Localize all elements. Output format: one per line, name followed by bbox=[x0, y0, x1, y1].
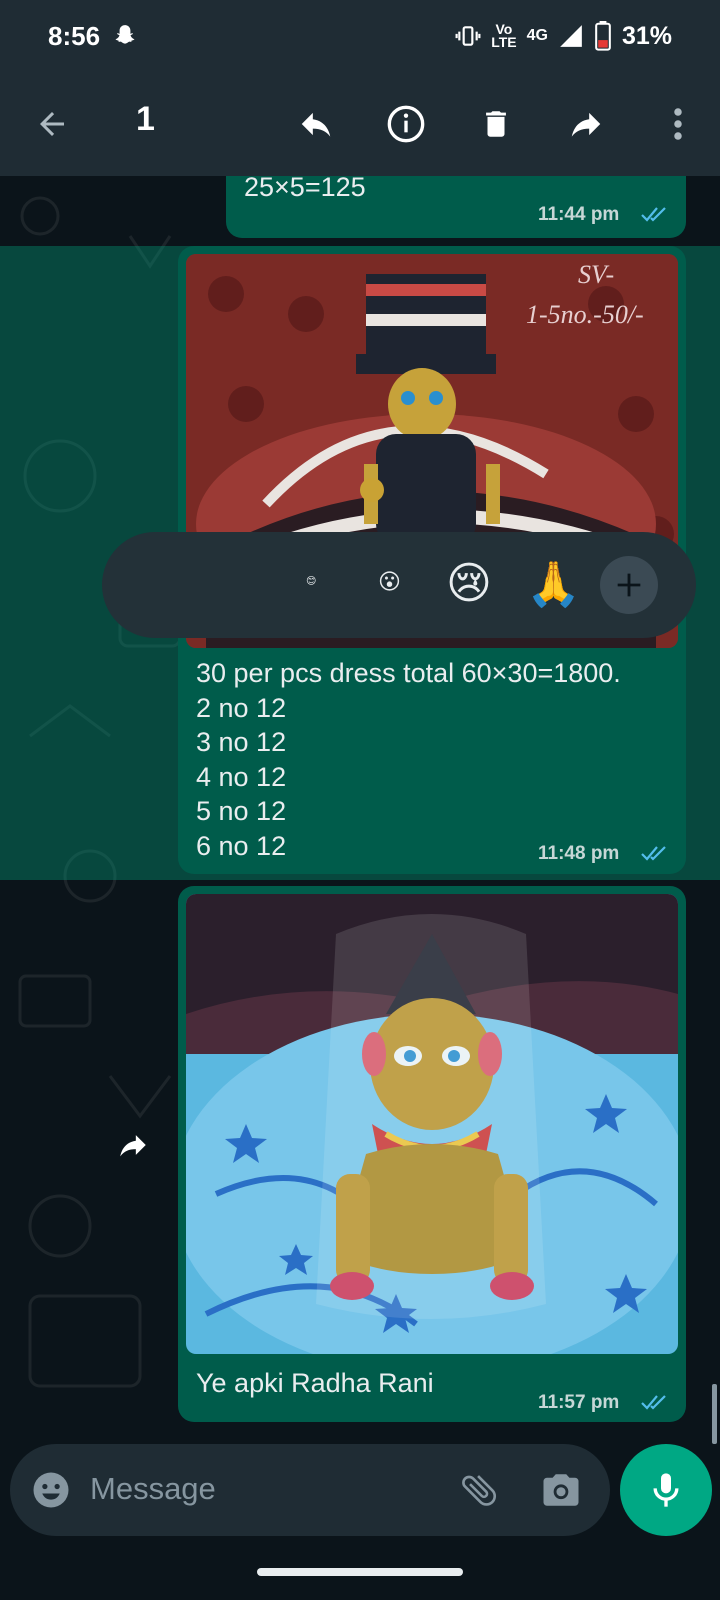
plus-icon bbox=[617, 573, 641, 597]
reaction-sad-emoji[interactable]: 😢 bbox=[446, 558, 492, 609]
photo-overlay-text-2: 1-5no.-50/- bbox=[526, 300, 644, 329]
microphone-icon bbox=[653, 1473, 679, 1507]
reaction-pray-emoji[interactable]: 🙏 bbox=[526, 558, 581, 610]
message-text: Ye apki Radha Rani bbox=[196, 1368, 434, 1398]
message-time: 11:44 pm bbox=[538, 204, 620, 225]
read-ticks-icon bbox=[641, 207, 666, 222]
more-options-button[interactable] bbox=[648, 72, 708, 176]
read-ticks-icon bbox=[641, 1395, 666, 1410]
network-type: 4G bbox=[526, 27, 548, 44]
selection-toolbar: 1 bbox=[0, 72, 720, 176]
delete-icon bbox=[486, 111, 506, 137]
selected-count: 1 bbox=[136, 100, 155, 138]
message-photo-idol[interactable] bbox=[186, 894, 678, 1354]
status-indicators: Vo LTE 4G 31% bbox=[455, 21, 672, 51]
message-caption: 30 per pcs dress total 60×30=1800. 2 no … bbox=[196, 656, 621, 863]
info-icon bbox=[387, 105, 425, 143]
status-time: 8:56 bbox=[48, 20, 101, 51]
message-input-placeholder[interactable]: Message bbox=[90, 1471, 216, 1507]
message-text: 25×5=125 bbox=[244, 176, 366, 202]
forward-shortcut-icon[interactable] bbox=[116, 1128, 150, 1162]
add-reaction-button[interactable] bbox=[600, 556, 658, 614]
chat-area[interactable]: 25×5=125 11:44 pm SV- 1-5no.-50/- 30 per… bbox=[0, 176, 720, 1444]
status-bar: 8:56 Vo LTE 4G 31% bbox=[0, 0, 720, 72]
back-button[interactable] bbox=[22, 72, 82, 176]
more-options-icon bbox=[674, 108, 682, 140]
forward-icon bbox=[571, 112, 601, 137]
message-time: 11:57 pm bbox=[538, 1392, 620, 1413]
emoji-icon[interactable] bbox=[30, 1469, 72, 1511]
message-time: 11:48 pm bbox=[538, 843, 620, 864]
voice-message-button[interactable] bbox=[620, 1444, 712, 1536]
reaction-smile-emoji[interactable]: 😊 bbox=[306, 576, 316, 587]
idol-photo-image bbox=[186, 894, 678, 1354]
caption-line: 2 no 12 bbox=[196, 692, 287, 723]
reaction-picker: 😊 😮 😢 🙏 bbox=[102, 532, 696, 638]
camera-icon[interactable] bbox=[540, 1469, 582, 1511]
vibrate-icon bbox=[455, 26, 481, 46]
caption-line: 5 no 12 bbox=[196, 796, 287, 826]
reaction-surprised-emoji[interactable]: 😮 bbox=[378, 570, 401, 595]
battery-icon bbox=[595, 21, 611, 51]
system-nav-bar bbox=[0, 1550, 720, 1600]
caption-line: 30 per pcs dress total 60×30=1800. bbox=[196, 658, 621, 688]
back-arrow-icon bbox=[40, 112, 64, 136]
caption-line: 4 no 12 bbox=[196, 761, 287, 792]
reply-icon bbox=[301, 112, 331, 137]
message-composer[interactable]: Message bbox=[10, 1444, 610, 1536]
snapchat-icon bbox=[115, 25, 135, 44]
signal-icon bbox=[560, 25, 582, 47]
photo-overlay-text-1: SV- bbox=[578, 260, 615, 289]
caption-line: 3 no 12 bbox=[196, 727, 287, 757]
reply-button[interactable] bbox=[286, 72, 346, 176]
message-bubble-3[interactable]: Ye apki Radha Rani 11:57 pm bbox=[178, 886, 686, 1422]
delete-button[interactable] bbox=[466, 72, 526, 176]
forward-button[interactable] bbox=[556, 72, 616, 176]
message-bubble-1[interactable]: 25×5=125 11:44 pm bbox=[226, 176, 686, 238]
attach-icon[interactable] bbox=[458, 1469, 500, 1511]
battery-percent: 31% bbox=[621, 21, 672, 50]
volte-indicator: Vo LTE bbox=[491, 21, 517, 50]
home-gesture-pill[interactable] bbox=[257, 1568, 463, 1576]
info-button[interactable] bbox=[376, 72, 436, 176]
scrollbar-thumb[interactable] bbox=[712, 1384, 717, 1444]
read-ticks-icon bbox=[641, 846, 666, 861]
